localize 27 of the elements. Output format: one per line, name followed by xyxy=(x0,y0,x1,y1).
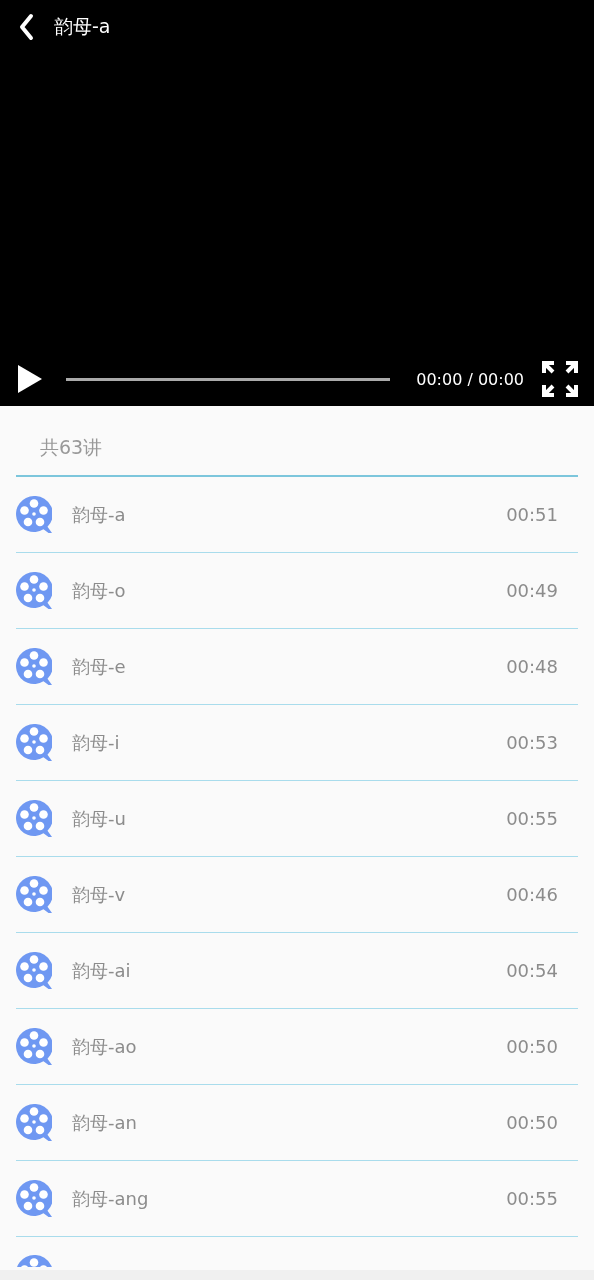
lesson-item[interactable]: 韵母-ai 00:54 xyxy=(16,933,578,1009)
film-reel-icon xyxy=(16,723,52,762)
film-reel-icon xyxy=(16,1103,52,1142)
progress-track[interactable] xyxy=(66,377,391,381)
lesson-item[interactable]: 韵母-an 00:50 xyxy=(16,1085,578,1161)
lesson-item[interactable]: 韵母-u 00:55 xyxy=(16,781,578,857)
film-reel-icon xyxy=(16,1179,52,1218)
film-reel-icon xyxy=(16,951,52,990)
lesson-item[interactable]: 韵母-ao 00:50 xyxy=(16,1009,578,1085)
film-reel-icon xyxy=(16,647,52,686)
lesson-item[interactable]: 韵母-v 00:46 xyxy=(16,857,578,933)
playback-time: 00:00 / 00:00 xyxy=(416,369,524,389)
back-button[interactable] xyxy=(18,13,34,41)
fullscreen-icon[interactable] xyxy=(542,361,578,397)
film-reel-icon xyxy=(16,799,52,838)
film-reel-icon xyxy=(16,571,52,610)
film-reel-icon xyxy=(16,875,52,914)
lesson-item[interactable]: 韵母-i 00:53 xyxy=(16,705,578,781)
play-icon[interactable] xyxy=(18,365,42,393)
lesson-item[interactable]: 韵母-ang 00:55 xyxy=(16,1161,578,1237)
lesson-count: 共63讲 xyxy=(16,406,578,477)
film-reel-icon xyxy=(16,1027,52,1066)
lesson-item[interactable]: 韵母-a 00:51 xyxy=(16,477,578,553)
lesson-item[interactable]: 韵母-o 00:49 xyxy=(16,553,578,629)
film-reel-icon xyxy=(16,495,52,534)
lesson-item[interactable]: 韵母-e 00:48 xyxy=(16,629,578,705)
video-title: 韵母-a xyxy=(54,14,111,39)
